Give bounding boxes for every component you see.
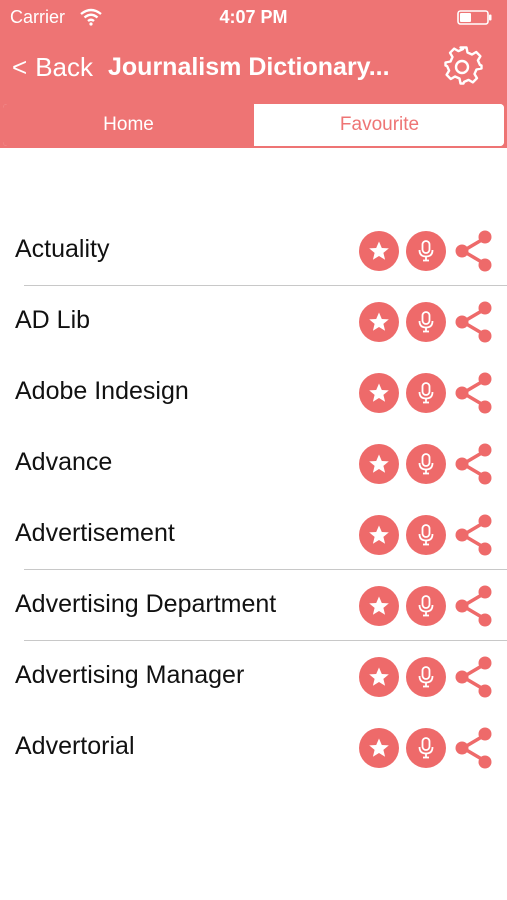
back-button[interactable]: < Back xyxy=(12,52,93,83)
microphone-icon xyxy=(418,240,434,262)
list-item[interactable]: Adobe Indesign xyxy=(0,357,507,428)
share-icon[interactable] xyxy=(454,726,494,770)
share-icon[interactable] xyxy=(454,229,494,273)
share-icon[interactable] xyxy=(454,442,494,486)
term-list: Actuality AD Lib Adobe Indesign Advance … xyxy=(0,215,507,783)
term-label: Advance xyxy=(15,448,113,476)
pronounce-button[interactable] xyxy=(406,657,446,697)
list-item[interactable]: Advertising Department xyxy=(0,570,507,641)
list-item[interactable]: Advertisement xyxy=(0,499,507,570)
microphone-icon xyxy=(418,524,434,546)
favourite-button[interactable] xyxy=(359,373,399,413)
star-icon xyxy=(369,383,389,402)
favourite-button[interactable] xyxy=(359,302,399,342)
favourite-button[interactable] xyxy=(359,728,399,768)
tab-favourite[interactable]: Favourite xyxy=(254,104,504,146)
page-title: Journalism Dictionary... xyxy=(108,53,390,81)
share-icon[interactable] xyxy=(454,371,494,415)
favourite-button[interactable] xyxy=(359,657,399,697)
microphone-icon xyxy=(418,453,434,475)
pronounce-button[interactable] xyxy=(406,231,446,271)
term-label: Adobe Indesign xyxy=(15,377,189,405)
pronounce-button[interactable] xyxy=(406,302,446,342)
gear-icon[interactable] xyxy=(441,46,483,88)
term-label: AD Lib xyxy=(15,306,91,334)
star-icon xyxy=(369,667,389,686)
pronounce-button[interactable] xyxy=(406,444,446,484)
app-screen: Carrier 4:07 PM < Back Journalism Diction… xyxy=(0,0,507,900)
star-icon xyxy=(369,738,389,757)
back-label: Back xyxy=(35,52,93,82)
term-label: Actuality xyxy=(15,235,110,263)
pronounce-button[interactable] xyxy=(406,515,446,555)
list-item[interactable]: Actuality xyxy=(0,215,507,286)
back-chevron-icon: < xyxy=(12,52,28,82)
star-icon xyxy=(369,241,389,260)
term-label: Advertising Manager xyxy=(15,661,245,689)
header: Carrier 4:07 PM < Back Journalism Diction… xyxy=(0,0,507,160)
microphone-icon xyxy=(418,382,434,404)
share-icon[interactable] xyxy=(454,655,494,699)
share-icon[interactable] xyxy=(454,584,494,628)
term-label: Advertising Department xyxy=(15,590,277,618)
microphone-icon xyxy=(418,666,434,688)
pronounce-button[interactable] xyxy=(406,586,446,626)
clock-label: 4:07 PM xyxy=(219,7,288,27)
star-icon xyxy=(369,312,389,331)
term-label: Advertorial xyxy=(15,732,135,760)
pronounce-button[interactable] xyxy=(406,728,446,768)
navigation-bar: < Back Journalism Dictionary... xyxy=(0,36,507,100)
segmented-control: Home Favourite xyxy=(2,103,505,147)
status-bar: Carrier 4:07 PM xyxy=(0,0,507,36)
favourite-button[interactable] xyxy=(359,231,399,271)
share-icon[interactable] xyxy=(454,513,494,557)
star-icon xyxy=(369,454,389,473)
term-label: Advertisement xyxy=(15,519,175,547)
favourite-button[interactable] xyxy=(359,586,399,626)
microphone-icon xyxy=(418,311,434,333)
list-item[interactable]: Advertising Manager xyxy=(0,641,507,712)
favourite-button[interactable] xyxy=(359,515,399,555)
favourite-button[interactable] xyxy=(359,444,399,484)
star-icon xyxy=(369,596,389,615)
list-item[interactable]: Advance xyxy=(0,428,507,499)
list-item[interactable]: Advertorial xyxy=(0,712,507,783)
star-icon xyxy=(369,525,389,544)
header-bottom-edge xyxy=(0,148,507,160)
microphone-icon xyxy=(418,595,434,617)
microphone-icon xyxy=(418,737,434,759)
battery-icon xyxy=(457,10,492,25)
share-icon[interactable] xyxy=(454,300,494,344)
tab-home[interactable]: Home xyxy=(3,104,254,146)
list-item[interactable]: AD Lib xyxy=(0,286,507,357)
pronounce-button[interactable] xyxy=(406,373,446,413)
